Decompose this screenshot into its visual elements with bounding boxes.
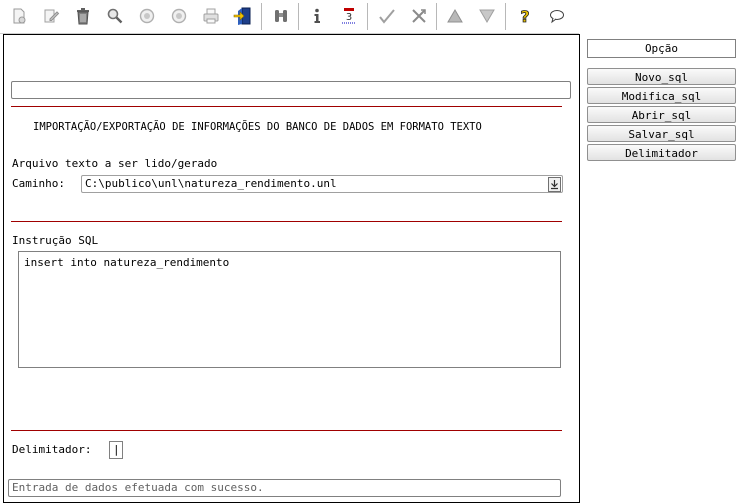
record-header-field[interactable] bbox=[11, 81, 571, 99]
down-icon[interactable] bbox=[476, 5, 498, 27]
section-divider bbox=[11, 106, 562, 107]
status-message: Entrada de dados efetuada com sucesso. bbox=[12, 481, 264, 494]
svg-text:?: ? bbox=[520, 7, 529, 25]
help-icon[interactable]: ? bbox=[514, 5, 536, 27]
next-icon[interactable] bbox=[168, 5, 190, 27]
open-sql-button[interactable]: Abrir_sql bbox=[587, 106, 736, 123]
status-bar: Entrada de dados efetuada com sucesso. bbox=[8, 479, 561, 497]
confirm-icon[interactable] bbox=[376, 5, 398, 27]
page-title: IMPORTAÇÃO/EXPORTAÇÃO DE INFORMAÇÕES DO … bbox=[33, 121, 482, 133]
toolbar-separator bbox=[367, 3, 368, 30]
save-sql-button[interactable]: Salvar_sql bbox=[587, 125, 736, 142]
info-icon[interactable] bbox=[306, 5, 328, 27]
delimiter-label: Delimitador: bbox=[12, 443, 92, 456]
modify-sql-button[interactable]: Modifica_sql bbox=[587, 87, 736, 104]
delimiter-button[interactable]: Delimitador bbox=[587, 144, 736, 161]
file-section-label: Arquivo texto a ser lido/gerado bbox=[12, 157, 218, 170]
calendar-icon[interactable]: 3 bbox=[338, 5, 360, 27]
cancel-icon[interactable] bbox=[408, 5, 430, 27]
delete-icon[interactable] bbox=[72, 5, 94, 27]
sql-value: insert into natureza_rendimento bbox=[24, 256, 230, 269]
delimiter-field[interactable]: | bbox=[109, 441, 123, 459]
new-sql-button[interactable]: Novo_sql bbox=[587, 68, 736, 85]
toolbar-separator bbox=[505, 3, 506, 30]
print-icon[interactable] bbox=[200, 5, 222, 27]
download-arrow-icon bbox=[551, 180, 558, 190]
toolbar-separator bbox=[261, 3, 262, 30]
edit-icon[interactable] bbox=[40, 5, 62, 27]
previous-icon[interactable] bbox=[136, 5, 158, 27]
svg-text:3: 3 bbox=[346, 12, 352, 23]
up-icon[interactable] bbox=[444, 5, 466, 27]
browse-file-button[interactable] bbox=[548, 177, 561, 192]
binoculars-icon[interactable] bbox=[270, 5, 292, 27]
path-value: C:\publico\unl\natureza_rendimento.unl bbox=[85, 177, 337, 190]
section-divider bbox=[11, 221, 562, 222]
path-field[interactable]: C:\publico\unl\natureza_rendimento.unl bbox=[81, 175, 563, 193]
sql-label: Instrução SQL bbox=[12, 234, 99, 247]
sql-textarea[interactable]: insert into natureza_rendimento bbox=[18, 251, 561, 368]
search-icon[interactable] bbox=[104, 5, 126, 27]
toolbar-separator bbox=[436, 3, 437, 30]
exit-icon[interactable] bbox=[232, 5, 254, 27]
delimiter-value: | bbox=[113, 443, 120, 456]
options-header: Opção bbox=[587, 39, 736, 58]
section-divider bbox=[11, 430, 562, 431]
toolbar: 3 ? bbox=[0, 0, 579, 34]
new-icon[interactable] bbox=[8, 5, 30, 27]
comment-icon[interactable] bbox=[546, 5, 568, 27]
toolbar-separator bbox=[298, 3, 299, 30]
path-label: Caminho: bbox=[12, 177, 65, 190]
